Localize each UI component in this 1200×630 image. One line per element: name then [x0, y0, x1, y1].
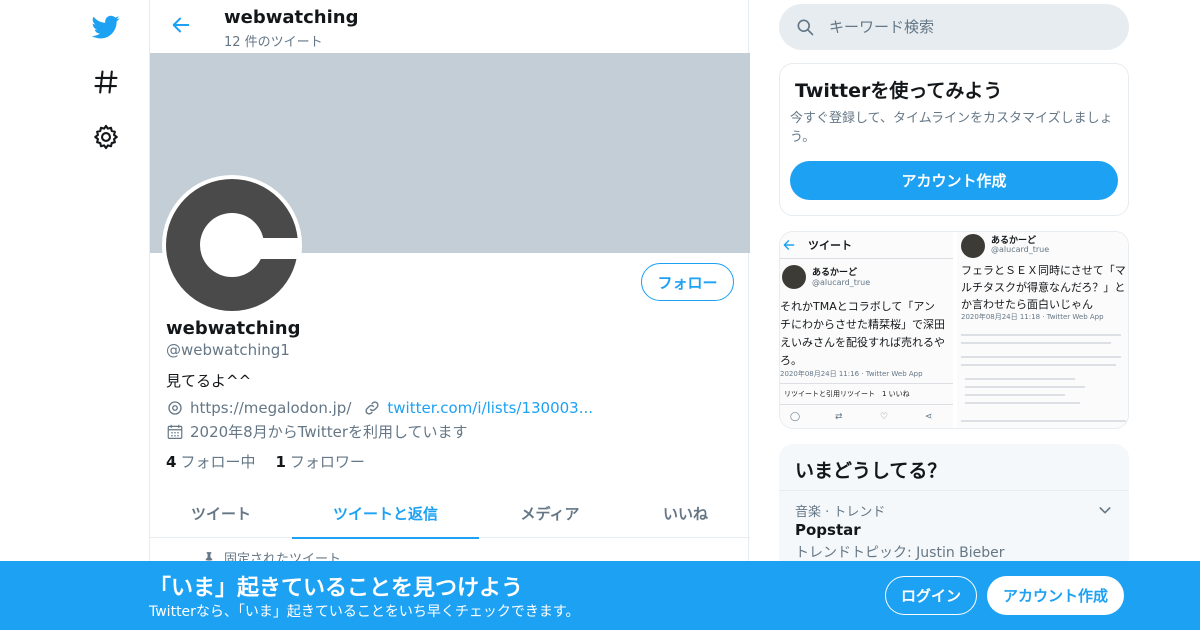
- tab-media[interactable]: メディア: [479, 489, 621, 538]
- location-text: https://megalodon.jp/: [190, 399, 352, 417]
- profile-tabs: ツイート ツイートと返信 メディア いいね: [150, 489, 750, 539]
- media-text-blur: [965, 394, 1065, 396]
- media-divider: [780, 258, 953, 259]
- search-icon: [797, 19, 814, 36]
- following-count: 4: [166, 453, 177, 471]
- header-title: webwatching: [224, 7, 359, 28]
- profile-column: webwatching 12 件のツイート フォロー webwatching @…: [149, 0, 750, 630]
- media-divider: [780, 404, 953, 405]
- media-left-text-line: それかTMAとコラボして「アン: [780, 300, 935, 313]
- retweet-icon: ⇄: [835, 412, 843, 422]
- trend-topic: トレンドトピック: Justin Bieber: [795, 545, 1005, 561]
- media-image-right: あるかーど @alucard_true フェラとＳＥＸ同時にさせて「マ ルチタス…: [957, 232, 1128, 428]
- bottom-signup-bar: 「いま」起きていることを見つけよう Twitterなら、「いま」起きていることを…: [0, 561, 1200, 630]
- tab-tweets-and-replies[interactable]: ツイートと返信: [292, 489, 479, 539]
- media-left-user-name: あるかーど: [812, 268, 858, 278]
- media-text-blur: [961, 364, 1116, 366]
- left-nav: [0, 0, 150, 630]
- profile-handle: @webwatching1: [166, 341, 290, 359]
- media-left-header: ツイート: [808, 239, 852, 252]
- media-left-stats: リツイートと引用リツイート 1 いいね: [784, 390, 910, 398]
- trend-more-button[interactable]: [1095, 500, 1115, 520]
- tab-likes[interactable]: いいね: [621, 489, 750, 538]
- media-left-avatar: [782, 265, 806, 289]
- media-text-blur: [961, 334, 1121, 336]
- follow-button[interactable]: フォロー: [641, 263, 734, 301]
- link-icon: [365, 401, 379, 415]
- login-button[interactable]: ログイン: [885, 576, 977, 615]
- hashtag-icon: [94, 70, 118, 94]
- twitter-home-link[interactable]: [88, 9, 124, 45]
- search-box[interactable]: [779, 4, 1129, 50]
- avatar-logo-icon: [166, 179, 298, 311]
- search-input[interactable]: [829, 18, 1109, 36]
- arrow-left-icon: [783, 240, 795, 250]
- location-pin-icon: [168, 401, 182, 415]
- profile-name: webwatching: [166, 318, 301, 339]
- trend-category: 音楽 · トレンド: [795, 505, 886, 520]
- back-button[interactable]: [166, 10, 196, 40]
- tweet-count: 12 件のツイート: [224, 35, 323, 50]
- signup-title: Twitterを使ってみよう: [795, 80, 1003, 102]
- followers-count: 1: [275, 453, 286, 471]
- profile-bio: 見てるよ^^: [166, 372, 252, 390]
- trend-name[interactable]: Popstar: [795, 521, 861, 539]
- signup-card: Twitterを使ってみよう 今すぐ登録して、タイムラインをカスタマイズしましょ…: [779, 63, 1129, 216]
- media-image-left: ツイート あるかーど @alucard_true それかTMAとコラボして「アン…: [780, 232, 955, 428]
- like-icon: ♡: [880, 412, 889, 422]
- media-left-timestamp: 2020年08月24日 11:16 · Twitter Web App: [780, 370, 923, 378]
- media-right-text-line: フェラとＳＥＸ同時にさせて「マ: [961, 264, 1126, 277]
- create-account-button[interactable]: アカウント作成: [790, 161, 1118, 200]
- profile-header: webwatching 12 件のツイート: [150, 0, 750, 53]
- follow-stats: 4 フォロー中 1 フォロワー: [166, 451, 365, 472]
- settings-link[interactable]: [88, 119, 124, 155]
- media-text-blur: [961, 356, 1121, 358]
- media-right-text-line: ルチタスクが得意なんだろ？」と: [961, 281, 1126, 294]
- gear-icon: [94, 124, 118, 150]
- profile-meta-row: https://megalodon.jp/ twitter.com/i/list…: [166, 399, 593, 417]
- media-right-avatar: [961, 234, 985, 258]
- calendar-icon: [167, 424, 183, 439]
- followers-label: フォロワー: [289, 453, 365, 471]
- tab-tweets[interactable]: ツイート: [150, 489, 292, 538]
- bottom-bar-subtitle: Twitterなら、「いま」起きていることをいち早くチェックできます。: [149, 604, 580, 620]
- signup-description: 今すぐ登録して、タイムラインをカスタマイズしましょう。: [790, 111, 1113, 145]
- trends-divider: [779, 490, 1129, 491]
- chevron-down-icon: [1099, 507, 1111, 514]
- joined-row: 2020年8月からTwitterを利用しています: [166, 421, 468, 442]
- media-text-blur: [961, 420, 1126, 422]
- media-right-user-handle: @alucard_true: [991, 245, 1050, 254]
- media-text-blur: [965, 378, 1075, 380]
- media-left-user-handle: @alucard_true: [812, 278, 871, 287]
- media-right-timestamp: 2020年08月24日 11:18 · Twitter Web App: [961, 313, 1104, 321]
- following-label: フォロー中: [180, 453, 256, 471]
- share-icon: ⋖: [925, 412, 933, 422]
- media-text-blur: [961, 342, 1111, 344]
- followers-link[interactable]: 1 フォロワー: [275, 451, 364, 472]
- joined-date: 2020年8月からTwitterを利用しています: [190, 423, 468, 441]
- explore-link[interactable]: [88, 64, 124, 100]
- media-left-text-line: ろ。: [780, 354, 802, 367]
- media-divider: [780, 383, 953, 384]
- following-link[interactable]: 4 フォロー中: [166, 451, 255, 472]
- media-text-blur: [965, 386, 1085, 388]
- profile-link[interactable]: twitter.com/i/lists/130003...: [387, 399, 593, 417]
- arrow-left-icon: [172, 17, 190, 33]
- avatar[interactable]: [162, 175, 302, 315]
- media-text-blur: [965, 402, 1080, 404]
- twitter-bird-icon: [92, 15, 120, 39]
- bottom-create-account-button[interactable]: アカウント作成: [987, 576, 1124, 615]
- reply-icon: ◯: [790, 412, 801, 422]
- media-left-text-line: えいみさんを配役すれば売れるや: [780, 336, 945, 349]
- media-right-text-line: か言わせたら面白いじゃん: [961, 298, 1093, 311]
- trends-title: いまどうしてる？: [795, 460, 947, 482]
- bottom-bar-title: 「いま」起きていることを見つけよう: [149, 576, 524, 601]
- media-preview-card[interactable]: ツイート あるかーど @alucard_true それかTMAとコラボして「アン…: [779, 231, 1129, 429]
- media-left-text-line: チにわからさせた精栞桜」で深田: [780, 318, 945, 331]
